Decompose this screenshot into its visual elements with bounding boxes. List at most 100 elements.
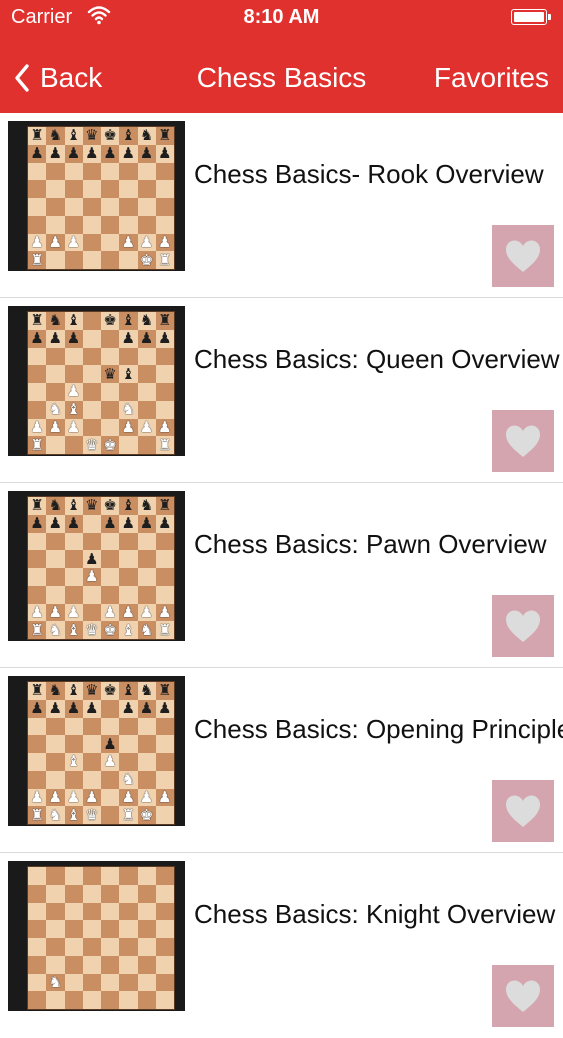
status-bar: Carrier 8:10 AM [0,0,563,36]
white-pawn-icon: ♟ [158,233,172,251]
board-square [119,753,138,771]
board-square: ♚ [101,312,120,330]
black-pawn-icon: ♟ [158,514,172,533]
board-square: ♟ [119,603,138,622]
board-square: ♞ [137,127,156,145]
board-square: ♜ [155,682,174,700]
white-knight-icon: ♞ [121,770,136,789]
black-knight-icon: ♞ [139,682,154,700]
favorite-button[interactable] [492,225,554,287]
back-label: Back [40,62,103,93]
board-square: ♟ [155,603,174,622]
favorite-button[interactable] [492,965,554,1027]
favorite-button[interactable] [492,595,554,657]
chevron-left-icon [15,64,29,92]
lesson-title: Chess Basics: Queen Overview [194,344,560,374]
board-square: ♞ [137,497,156,515]
board-square [155,973,174,992]
white-king-icon: ♚ [139,806,154,824]
white-pawn-icon: ♟ [85,568,99,586]
black-queen-icon: ♛ [85,127,99,145]
white-pawn-icon: ♟ [85,788,99,806]
black-rook-icon: ♜ [30,497,44,515]
board-square: ♜ [28,127,47,145]
board-square: ♞ [46,682,65,700]
favorite-button[interactable] [492,410,554,472]
board-square [155,180,174,198]
board-square [28,973,47,992]
board-square [101,532,120,551]
board-square [82,753,101,771]
black-pawn-icon: ♟ [66,144,81,163]
board-square [82,735,101,753]
board-square [28,867,47,885]
favorites-button[interactable]: Favorites [434,62,549,94]
board-square [101,770,120,789]
board-square [64,770,83,789]
white-knight-icon: ♞ [48,806,63,824]
board-square: ♟ [64,603,83,622]
board-square: ♟ [82,550,101,568]
board-square [119,162,138,181]
board-square [119,532,138,551]
list-item[interactable]: ♜ ♞ ♝ ♛ ♚ ♝ ♞ ♜ ♟ ♟ ♟ ♟ ♟ ♟ ♟ ♟ ♝ ♟ ♞ ♟ ♟ ♟ ♟ ♟ ♟ ♟ ♜ ♞ ♝ ♛ ♜ ♚ Chess B… [0,668,563,853]
black-pawn-icon: ♟ [103,514,117,533]
black-knight-icon: ♞ [48,682,63,700]
white-pawn-icon: ♟ [48,603,63,621]
board-square: ♛ [82,806,101,824]
board-square: ♟ [119,699,138,718]
board-square: ♜ [28,312,47,330]
board-square [64,920,83,938]
board-square [64,251,83,269]
board-square: ♚ [101,127,120,145]
board-square [101,717,120,736]
board-square [28,920,47,938]
black-queen-icon: ♛ [85,682,99,700]
board-square [119,568,138,586]
board-square [119,991,138,1009]
board-square [64,585,83,604]
board-square [119,938,138,956]
board-square [82,198,101,216]
board-square [28,717,47,736]
board-square [137,902,156,921]
board-square: ♟ [119,233,138,252]
list-item[interactable]: ♜ ♞ ♝ ♚ ♝ ♞ ♜ ♟ ♟ ♟ ♟ ♟ ♟ ♛ ♝ ♟ ♞ ♝ ♞ ♟ ♟ ♟ ♟ ♟ ♟ ♜ ♛ ♚ ♜ Chess Basi… [0,298,563,483]
board-square: ♟ [46,329,65,348]
white-pawn-icon: ♟ [158,603,172,621]
board-square: ♜ [155,312,174,330]
black-pawn-icon: ♟ [139,329,154,348]
list-item[interactable]: ♜ ♞ ♝ ♛ ♚ ♝ ♞ ♜ ♟ ♟ ♟ ♟ ♟ ♟ ♟ ♟ ♟ ♟ ♟ ♟ ♟ ♟ ♟ ♟ ♜ ♞ ♝ ♛ ♚ ♝ ♞ ♜ Chess B… [0,483,563,668]
black-rook-icon: ♜ [158,682,172,700]
black-pawn-icon: ♟ [121,329,136,348]
black-king-icon: ♚ [103,497,117,515]
board-square [101,251,120,269]
board-square [155,806,174,824]
board-square [82,920,101,938]
white-queen-icon: ♛ [85,621,99,639]
board-square: ♟ [28,329,47,348]
board-square [46,920,65,938]
board-square: ♝ [64,753,83,771]
board-square: ♟ [28,603,47,622]
favorite-button[interactable] [492,780,554,842]
board-square [137,532,156,551]
black-queen-icon: ♛ [85,497,99,515]
board-square: ♟ [46,603,65,622]
black-pawn-icon: ♟ [139,699,154,718]
back-button[interactable]: Back [14,58,102,98]
black-pawn-icon: ♟ [139,514,154,533]
list-item[interactable]: ♜ ♞ ♝ ♛ ♚ ♝ ♞ ♜ ♟ ♟ ♟ ♟ ♟ ♟ ♟ ♟ ♟ ♟ ♟ ♟ ♟ ♟ ♜ ♚ ♜ Chess Basics- … [0,113,563,298]
board-square: ♟ [137,233,156,252]
board-square [119,973,138,992]
board-square: ♝ [119,365,138,383]
list-item[interactable]: ♞ Chess Basics: Knight Overview [0,853,563,1038]
board-square: ♜ [28,621,47,639]
white-queen-icon: ♛ [85,806,99,824]
white-pawn-icon: ♟ [158,788,172,806]
board-square [82,180,101,198]
board-square [137,383,156,401]
board-square: ♜ [28,682,47,700]
board-square [155,920,174,938]
board-square [28,991,47,1009]
